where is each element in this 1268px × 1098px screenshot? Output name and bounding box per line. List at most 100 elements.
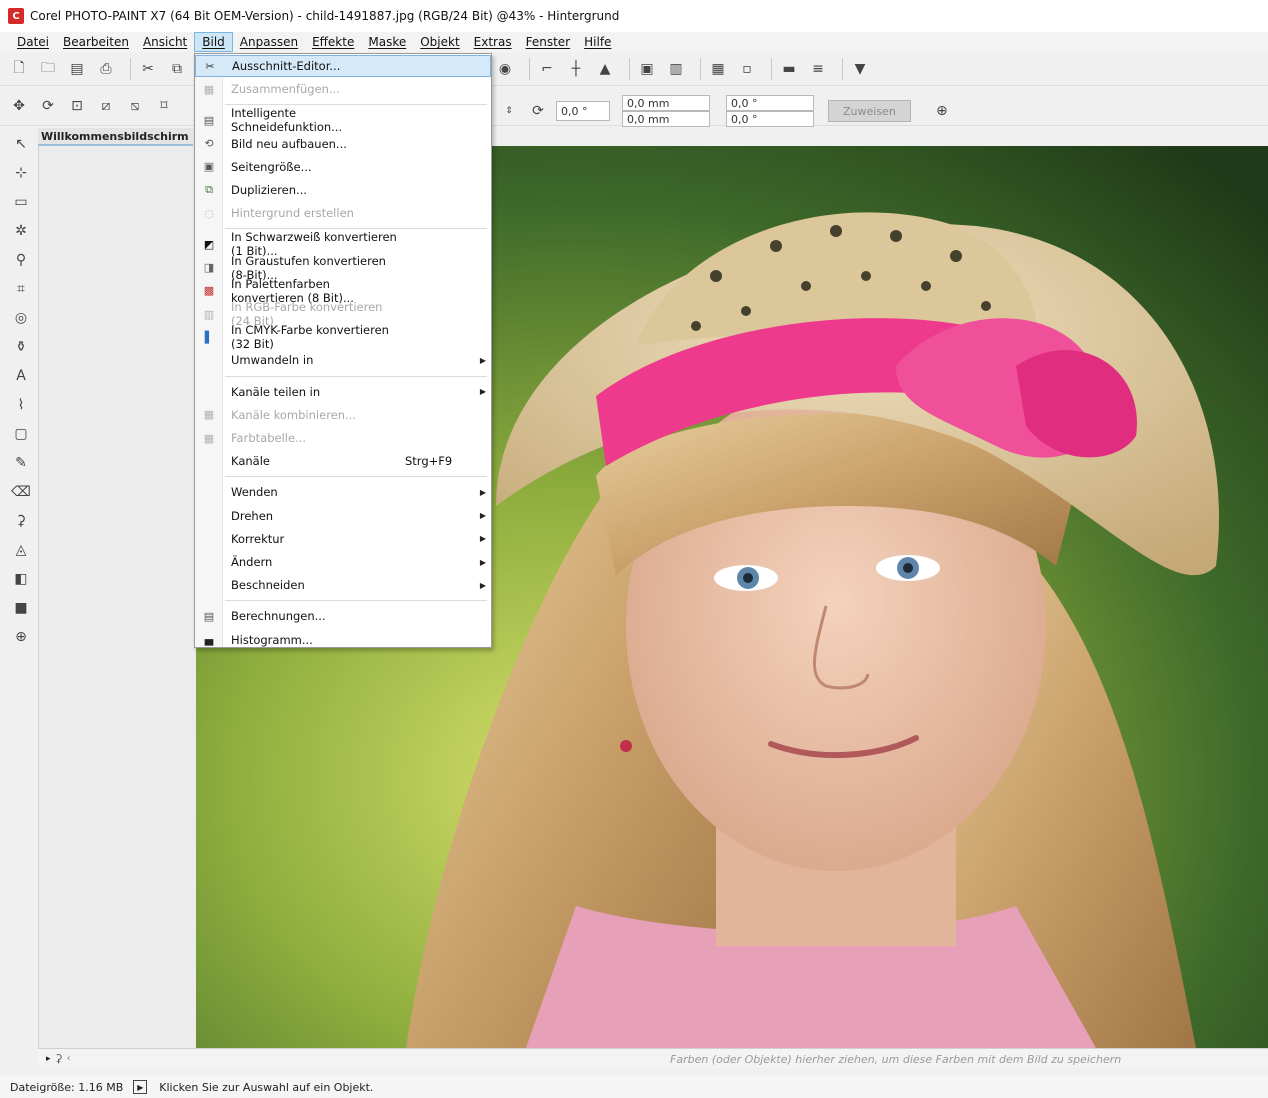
menu-item-11[interactable]: ▌ In CMYK-Farbe konvertieren (32 Bit) [195,323,491,351]
apply-button[interactable]: Zuweisen [828,100,911,122]
shape-tool-icon[interactable]: ▢ [8,421,34,447]
object-marquee-icon[interactable]: ▥ [665,58,687,80]
spinner-icon[interactable]: ⇕ [498,100,520,122]
eyedropper-tool-icon[interactable]: ⚱ [8,334,34,360]
menu-item-13[interactable]: Kanäle teilen in ▶ [195,381,491,403]
menu-item-19[interactable]: Korrektur ▶ [195,528,491,550]
center-y-input[interactable]: 0,0 mm [622,111,710,127]
mask-transform-icon[interactable]: ⊹ [8,160,34,186]
add-icon[interactable]: ⊕ [931,100,953,122]
menu-item-no-icon [201,532,217,546]
color-swatches-icon[interactable]: ◧ [8,566,34,592]
rotation-angle-input[interactable]: 0,0 ° [556,101,610,121]
skew-icon[interactable]: ⧄ [95,95,117,117]
rectangle-mask-icon[interactable]: ▭ [8,189,34,215]
perspective-icon[interactable]: ⌑ [153,95,175,117]
menu-item-8[interactable]: ◨ In Graustufen konvertieren (8-Bit)... [195,254,491,282]
toolbar-separator [130,57,131,80]
menu-item-12[interactable]: Umwandeln in ▶ [195,349,491,371]
align-icon[interactable]: ≡ [807,58,829,80]
menu-item-15[interactable]: ▦ Farbtabelle... [195,427,491,449]
status-play-icon[interactable]: ▶ [133,1080,148,1094]
bild-dropdown-menu: ✂ Ausschnitt-Editor... ▦ Zusammenfügen... ▤ I… [194,53,492,648]
menu-item-22[interactable]: ▤ Berechnungen... [195,605,491,627]
menu-objekt[interactable]: Objekt [413,33,466,51]
palette-scroll-icon[interactable]: ▸ [46,1054,51,1064]
menu-bearbeiten[interactable]: Bearbeiten [56,33,136,51]
scan-icon[interactable]: ▬ [778,58,800,80]
menu-item-label: Kanäle teilen in [231,384,321,399]
menu-ansicht[interactable]: Ansicht [136,33,194,51]
menu-item-20[interactable]: Ändern ▶ [195,551,491,573]
save-icon[interactable]: ▤ [66,58,88,80]
text-tool-icon[interactable]: A [8,363,34,389]
copy-icon[interactable]: ⧉ [166,58,188,80]
distort-icon[interactable]: ⧅ [124,95,146,117]
menu-bild[interactable]: Bild [194,32,233,52]
background-icon: ◌ [204,206,214,220]
add-tool-icon[interactable]: ⊕ [8,624,34,650]
menu-item-label: Seitengröße... [231,159,312,174]
menu-item-17[interactable]: Wenden ▶ [195,481,491,503]
menu-effekte[interactable]: Effekte [305,33,361,51]
menu-item-16[interactable]: Kanäle Strg+F9 [195,450,491,472]
menu-hilfe[interactable]: Hilfe [577,33,618,51]
menu-item-2[interactable]: ▤ Intelligente Schneidefunktion... [195,106,491,134]
menu-fenster[interactable]: Fenster [519,33,578,51]
menu-item-3[interactable]: ⟲ Bild neu aufbauen... [195,133,491,155]
menu-item-6[interactable]: ◌ Hintergrund erstellen [195,202,491,224]
open-folder-icon[interactable]: 🗀 [37,58,59,80]
palette-back-icon[interactable]: ‹ [67,1053,71,1064]
menu-item-5[interactable]: ⧉ Duplizieren... [195,179,491,201]
cut-icon[interactable]: ✂ [137,58,159,80]
menu-anpassen[interactable]: Anpassen [233,33,305,51]
mask-overlay-icon[interactable]: ◉ [494,58,516,80]
magic-wand-icon[interactable]: ✲ [8,218,34,244]
skew-h-input[interactable]: 0,0 ° [726,95,814,111]
menu-item-0[interactable]: ✂ Ausschnitt-Editor... [195,55,491,77]
menu-extras[interactable]: Extras [467,33,519,51]
menu-item-14[interactable]: ▦ Kanäle kombinieren... [195,404,491,426]
menu-item-1[interactable]: ▦ Zusammenfügen... [195,78,491,100]
mask-marquee-icon[interactable]: ▣ [636,58,658,80]
menu-maske[interactable]: Maske [361,33,413,51]
move-icon[interactable]: ✥ [8,95,30,117]
crop-tool-icon[interactable]: ⌗ [8,276,34,302]
fill-tool-icon[interactable]: ◬ [8,537,34,563]
paper-size-icon: ▣ [203,160,215,174]
property-bar: ✥ ⟳ ⊡ ⧄ ⧅ ⌑ ⇕ ⟳ 0,0 ° 0,0 mm 0,0 mm 0,0 … [0,86,1268,127]
app-logo-icon: C [8,8,24,24]
scale-icon[interactable]: ⊡ [66,95,88,117]
menu-item-4[interactable]: ▣ Seitengröße... [195,156,491,178]
print-icon[interactable]: ⎙ [95,58,117,80]
center-x-input[interactable]: 0,0 mm [622,95,710,111]
menu-item-18[interactable]: Drehen ▶ [195,505,491,527]
pin-icon[interactable]: ▲ [594,58,616,80]
menu-item-7[interactable]: ◩ In Schwarzweiß konvertieren (1 Bit)... [195,230,491,258]
new-file-icon[interactable]: 🗋 [8,58,30,80]
menu-item-label: Wenden [231,485,278,500]
red-eye-icon[interactable]: ◎ [8,305,34,331]
menu-item-21[interactable]: Beschneiden ▶ [195,574,491,596]
welcome-tab[interactable]: Willkommensbildschirm [38,128,193,146]
rulers-icon[interactable]: ⌐ [536,58,558,80]
rotate-icon[interactable]: ⟳ [37,95,59,117]
skew-v-input[interactable]: 0,0 ° [726,111,814,127]
menu-item-10[interactable]: ▥ In RGB-Farbe konvertieren (24 Bit) [195,300,491,328]
brush-tool-icon[interactable]: ✎ [8,450,34,476]
eraser-tool-icon[interactable]: ⌫ [8,479,34,505]
menu-item-9[interactable]: ▩ In Palettenfarben konvertieren (8 Bit).… [195,277,491,305]
menu-datei[interactable]: Datei [10,33,56,51]
pick-tool-icon[interactable]: ↖ [8,131,34,157]
menu-item-23[interactable]: ▄ Histogramm... [195,629,491,651]
zoom-tool-icon[interactable]: ⚲ [8,247,34,273]
paint-tool-icon[interactable]: ⌇ [8,392,34,418]
fill-swatch-icon[interactable]: ■ [8,595,34,621]
submenu-arrow-icon: ▶ [479,557,487,567]
palette-eyedropper-icon[interactable]: ⚳ [55,1052,63,1065]
launcher-icon[interactable]: ▼ [849,58,871,80]
lock-icon[interactable]: ▫ [736,58,758,80]
combine-icon[interactable]: ▦ [707,58,729,80]
color-picker-icon[interactable]: ⚳ [8,508,34,534]
grid-icon[interactable]: ┼ [565,58,587,80]
